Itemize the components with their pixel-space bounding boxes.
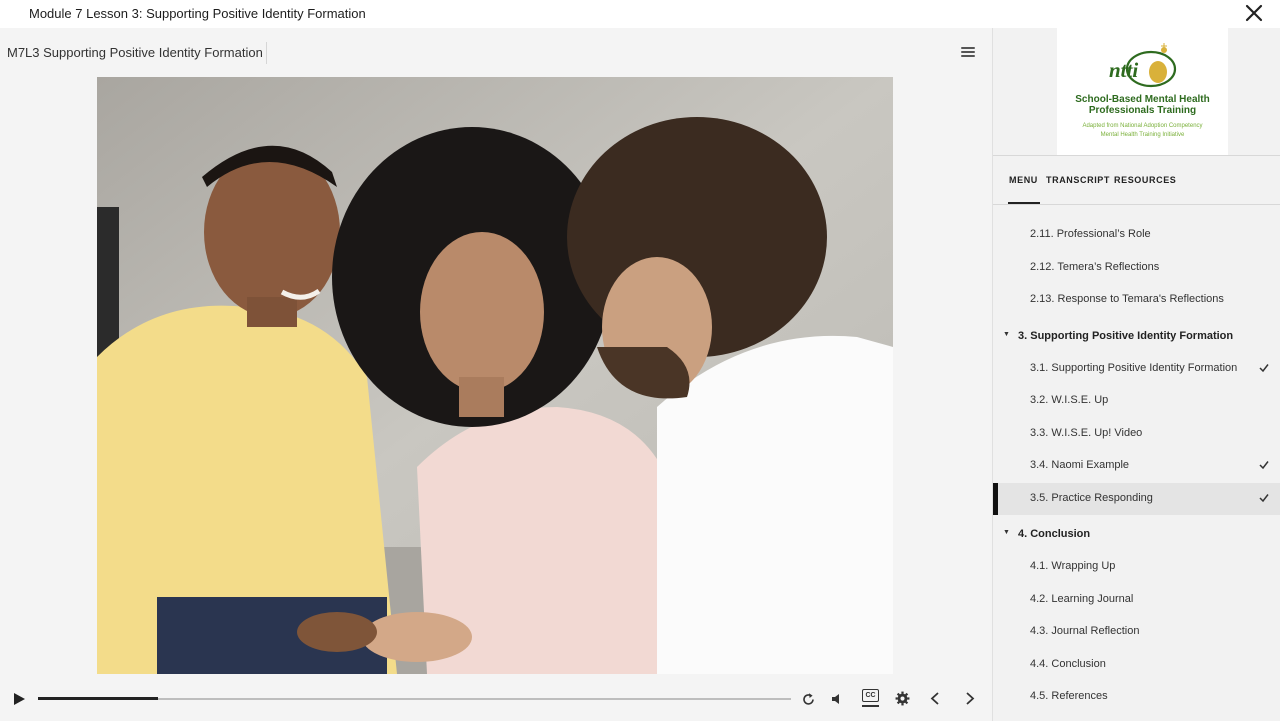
progress-bar[interactable] — [38, 697, 791, 700]
menu-item-4-1[interactable]: 4.1. Wrapping Up — [993, 551, 1280, 583]
menu-item-3-4[interactable]: 3.4. Naomi Example — [993, 450, 1280, 482]
menu-item-label: 3.5. Practice Responding — [1030, 492, 1153, 504]
menu-item-2-13[interactable]: 2.13. Response to Temara's Reflections — [993, 284, 1280, 316]
menu-item-label: 4.1. Wrapping Up — [1030, 560, 1116, 572]
checkmark-icon — [1259, 364, 1269, 373]
section-label: 3. Supporting Positive Identity Formatio… — [1018, 330, 1234, 342]
volume-icon[interactable] — [830, 692, 844, 706]
logo-subtitle: Adapted from National Adoption Competenc… — [1057, 122, 1228, 140]
tab-resources[interactable]: RESOURCES — [1114, 175, 1176, 185]
player-header: M7L3 Supporting Positive Identity Format… — [0, 28, 992, 76]
slide-photo — [97, 77, 893, 674]
menu-item-4-2[interactable]: 4.2. Learning Journal — [993, 584, 1280, 616]
logo-line-3: Adapted from National Adoption Competenc… — [1082, 123, 1203, 129]
chevron-left-icon[interactable] — [929, 691, 941, 706]
cc-label: CC — [862, 689, 879, 702]
logo-line-1: School-Based Mental Health — [1075, 94, 1210, 105]
menu-item-label: 3.1. Supporting Positive Identity Format… — [1030, 362, 1238, 374]
window-titlebar: Module 7 Lesson 3: Supporting Positive I… — [0, 0, 1280, 28]
menu-item-label: 2.12. Temera’s Reflections — [1030, 261, 1160, 273]
section-label: 4. Conclusion — [1018, 528, 1091, 540]
menu-item-2-12[interactable]: 2.12. Temera’s Reflections — [993, 252, 1280, 284]
player-controls: CC — [0, 684, 992, 721]
close-icon[interactable] — [1244, 3, 1264, 23]
menu-item-label: 3.2. W.I.S.E. Up — [1030, 394, 1109, 406]
section-4-header[interactable]: ▼ 4. Conclusion — [993, 525, 1280, 545]
menu-item-label: 4.5. References — [1030, 690, 1108, 702]
menu-item-label: 3.4. Naomi Example — [1030, 459, 1130, 471]
menu-item-3-3[interactable]: 3.3. W.I.S.E. Up! Video — [993, 418, 1280, 450]
menu-item-4-3[interactable]: 4.3. Journal Reflection — [993, 616, 1280, 648]
active-item-indicator — [993, 483, 998, 515]
logo-title: School-Based Mental Health Professionals… — [1057, 94, 1228, 116]
course-sidebar: ntti School-Based Mental Health Professi… — [992, 28, 1280, 721]
hamburger-menu-icon[interactable] — [961, 47, 975, 59]
menu-item-3-1[interactable]: 3.1. Supporting Positive Identity Format… — [993, 353, 1280, 385]
menu-item-3-2[interactable]: 3.2. W.I.S.E. Up — [993, 385, 1280, 417]
caret-down-icon: ▼ — [1003, 331, 1010, 338]
menu-item-label: 2.11. Professional’s Role — [1030, 228, 1151, 240]
section-3-header[interactable]: ▼ 3. Supporting Positive Identity Format… — [993, 327, 1280, 347]
students-photo-illustration — [97, 77, 893, 674]
gear-icon[interactable] — [895, 691, 910, 706]
tab-menu[interactable]: MENU — [1009, 175, 1038, 185]
chevron-right-icon[interactable] — [964, 691, 976, 706]
menu-item-2-11[interactable]: 2.11. Professional’s Role — [993, 219, 1280, 251]
play-icon[interactable] — [12, 692, 26, 706]
menu-item-4-4[interactable]: 4.4. Conclusion — [993, 649, 1280, 681]
logo-line-2: Professionals Training — [1088, 105, 1197, 116]
menu-item-label: 4.2. Learning Journal — [1030, 593, 1134, 605]
caret-down-icon: ▼ — [1003, 529, 1010, 536]
ntti-logo-mark: ntti — [1109, 43, 1177, 88]
cc-underline — [862, 705, 879, 707]
logo-mark-text: ntti — [1109, 58, 1138, 82]
header-divider — [266, 42, 267, 64]
replay-icon[interactable] — [801, 692, 816, 707]
sidebar-tabs: MENU TRANSCRIPT RESOURCES — [993, 156, 1280, 204]
progress-fill — [38, 697, 159, 700]
lesson-title: M7L3 Supporting Positive Identity Format… — [7, 45, 263, 60]
menu-item-3-5[interactable]: 3.5. Practice Responding — [993, 483, 1280, 515]
menu-item-label: 2.13. Response to Temara's Reflections — [1030, 293, 1224, 305]
sidebar-divider — [993, 204, 1280, 205]
checkmark-icon — [1259, 461, 1269, 470]
menu-item-label: 3.3. W.I.S.E. Up! Video — [1030, 427, 1143, 439]
logo-line-4: Mental Health Training Initiative — [1100, 132, 1185, 138]
window-title: Module 7 Lesson 3: Supporting Positive I… — [29, 6, 366, 21]
menu-item-label: 4.4. Conclusion — [1030, 658, 1106, 670]
tab-transcript[interactable]: TRANSCRIPT — [1046, 175, 1110, 185]
closed-captions-button[interactable]: CC — [862, 689, 879, 708]
program-logo: ntti School-Based Mental Health Professi… — [1057, 28, 1228, 155]
menu-item-4-5[interactable]: 4.5. References — [993, 681, 1280, 713]
checkmark-icon — [1259, 494, 1269, 503]
slide-player: M7L3 Supporting Positive Identity Format… — [0, 28, 992, 721]
menu-item-label: 4.3. Journal Reflection — [1030, 625, 1140, 637]
